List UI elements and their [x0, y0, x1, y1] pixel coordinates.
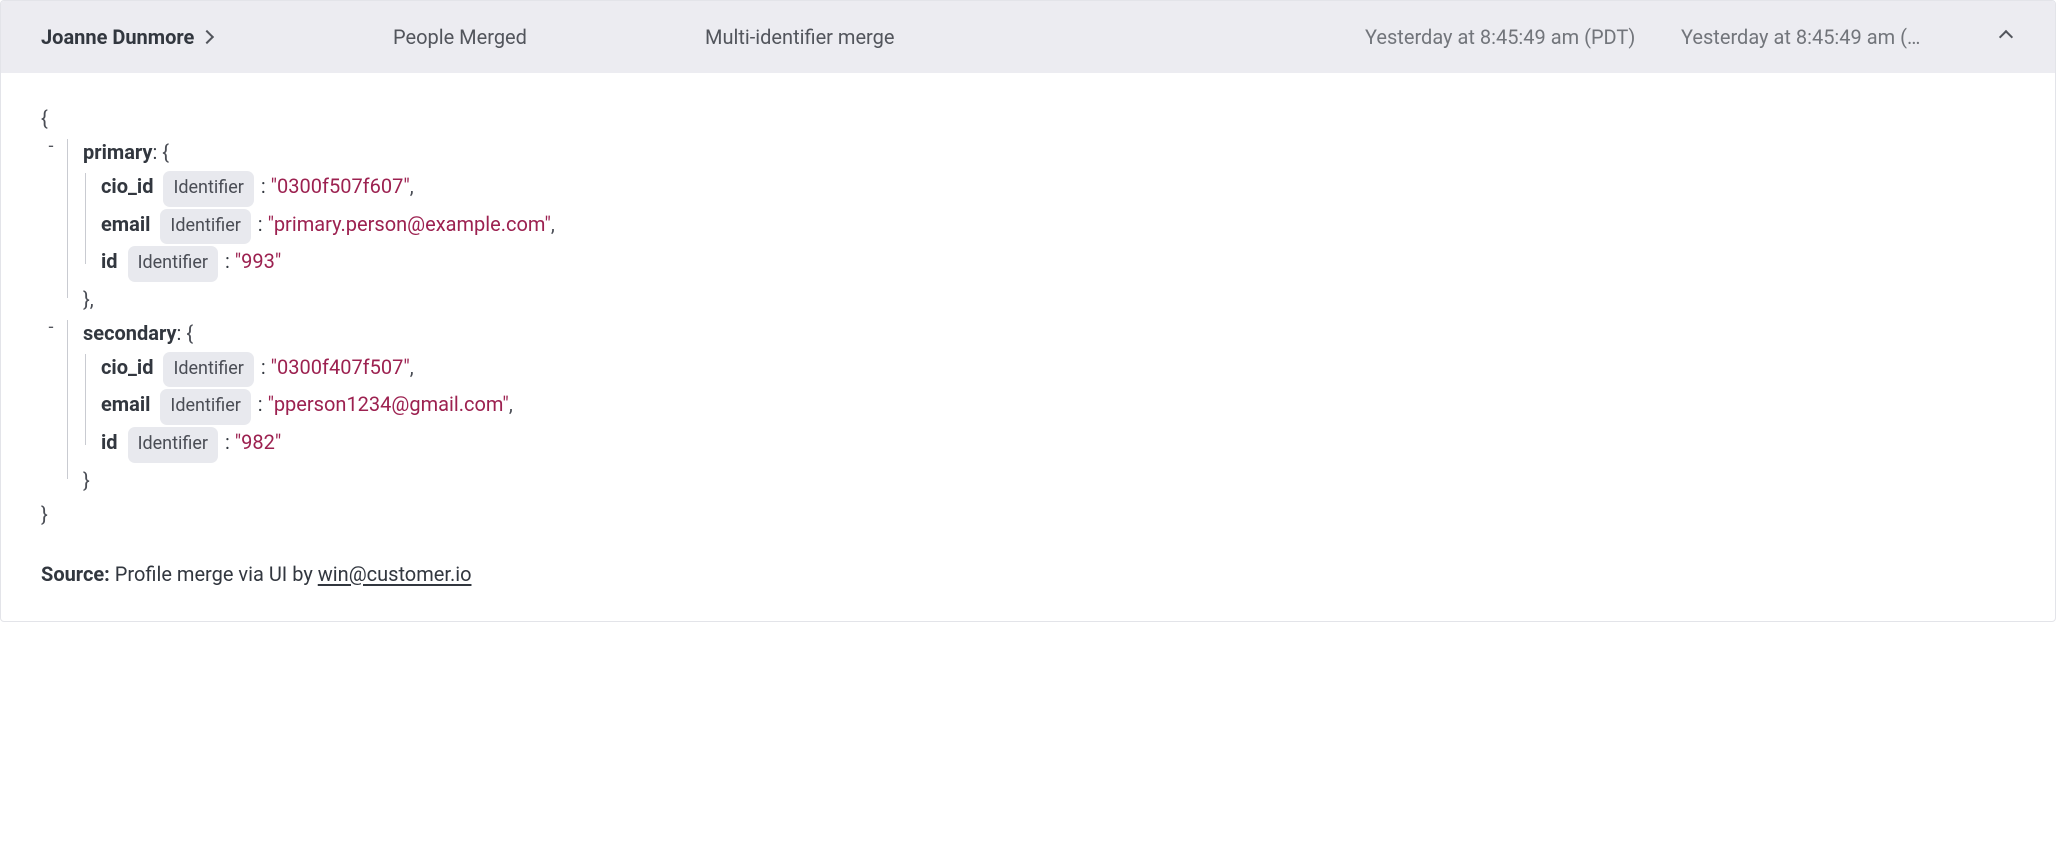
source-email-link[interactable]: win@customer.io [318, 562, 472, 586]
collapse-icon[interactable]: - [43, 320, 59, 336]
collapse-toggle[interactable] [1997, 28, 2015, 46]
event-subtype: Multi-identifier merge [705, 25, 1045, 49]
json-value: "pperson1234@gmail.com" [268, 392, 509, 416]
json-key: primary [83, 140, 152, 164]
identifier-badge: Identifier [128, 427, 218, 463]
chevron-up-icon [1999, 30, 2013, 44]
json-block-primary: - primary: { cio_idIdentifier : "0300f50… [69, 135, 2015, 316]
identifier-badge: Identifier [128, 246, 218, 282]
json-value: "982" [235, 430, 282, 454]
json-key: email [101, 212, 150, 236]
json-field-row: emailIdentifier : "primary.person@exampl… [87, 207, 2015, 245]
identifier-badge: Identifier [160, 389, 250, 425]
json-field-row: emailIdentifier : "pperson1234@gmail.com… [87, 387, 2015, 425]
json-key: id [101, 249, 118, 273]
identifier-badge: Identifier [163, 171, 253, 207]
source-text: Profile merge via UI by [115, 562, 318, 586]
timestamp-1: Yesterday at 8:45:49 am (PDT) [1365, 25, 1645, 49]
json-value: "primary.person@example.com" [268, 212, 551, 236]
json-block-primary-inner: cio_idIdentifier : "0300f507f607", email… [87, 169, 2015, 282]
json-block-secondary-inner: cio_idIdentifier : "0300f407f507", email… [87, 350, 2015, 463]
json-key: cio_id [101, 174, 153, 198]
brace-open: { [41, 101, 2015, 135]
collapse-icon[interactable]: - [43, 139, 59, 155]
identifier-badge: Identifier [160, 209, 250, 245]
json-key: id [101, 430, 118, 454]
json-key: cio_id [101, 355, 153, 379]
timestamp-2: Yesterday at 8:45:49 am (… [1681, 25, 1961, 49]
activity-row: Joanne Dunmore People Merged Multi-ident… [0, 0, 2056, 622]
header-right: Yesterday at 8:45:49 am (PDT) Yesterday … [1365, 25, 2015, 49]
source-label: Source: [41, 562, 110, 586]
activity-header[interactable]: Joanne Dunmore People Merged Multi-ident… [1, 1, 2055, 73]
person-name: Joanne Dunmore [41, 25, 194, 49]
json-field-row: cio_idIdentifier : "0300f507f607", [87, 169, 2015, 207]
identifier-badge: Identifier [163, 352, 253, 388]
json-value: "0300f507f607" [271, 174, 410, 198]
activity-body: { - primary: { cio_idIdentifier : "0300f… [1, 73, 2055, 621]
json-field-row: idIdentifier : "982" [87, 425, 2015, 463]
source-line: Source: Profile merge via UI by win@cust… [41, 557, 2015, 591]
json-block-secondary: - secondary: { cio_idIdentifier : "0300f… [69, 316, 2015, 497]
person-link[interactable]: Joanne Dunmore [41, 25, 361, 49]
event-type: People Merged [393, 25, 673, 49]
json-viewer: { - primary: { cio_idIdentifier : "0300f… [41, 101, 2015, 531]
json-key: email [101, 392, 150, 416]
brace-close: } [41, 497, 2015, 531]
json-field-row: cio_idIdentifier : "0300f407f507", [87, 350, 2015, 388]
json-key: secondary [83, 321, 177, 345]
json-field-row: idIdentifier : "993" [87, 244, 2015, 282]
json-value: "993" [235, 249, 282, 273]
json-value: "0300f407f507" [271, 355, 410, 379]
chevron-right-icon [200, 30, 214, 44]
